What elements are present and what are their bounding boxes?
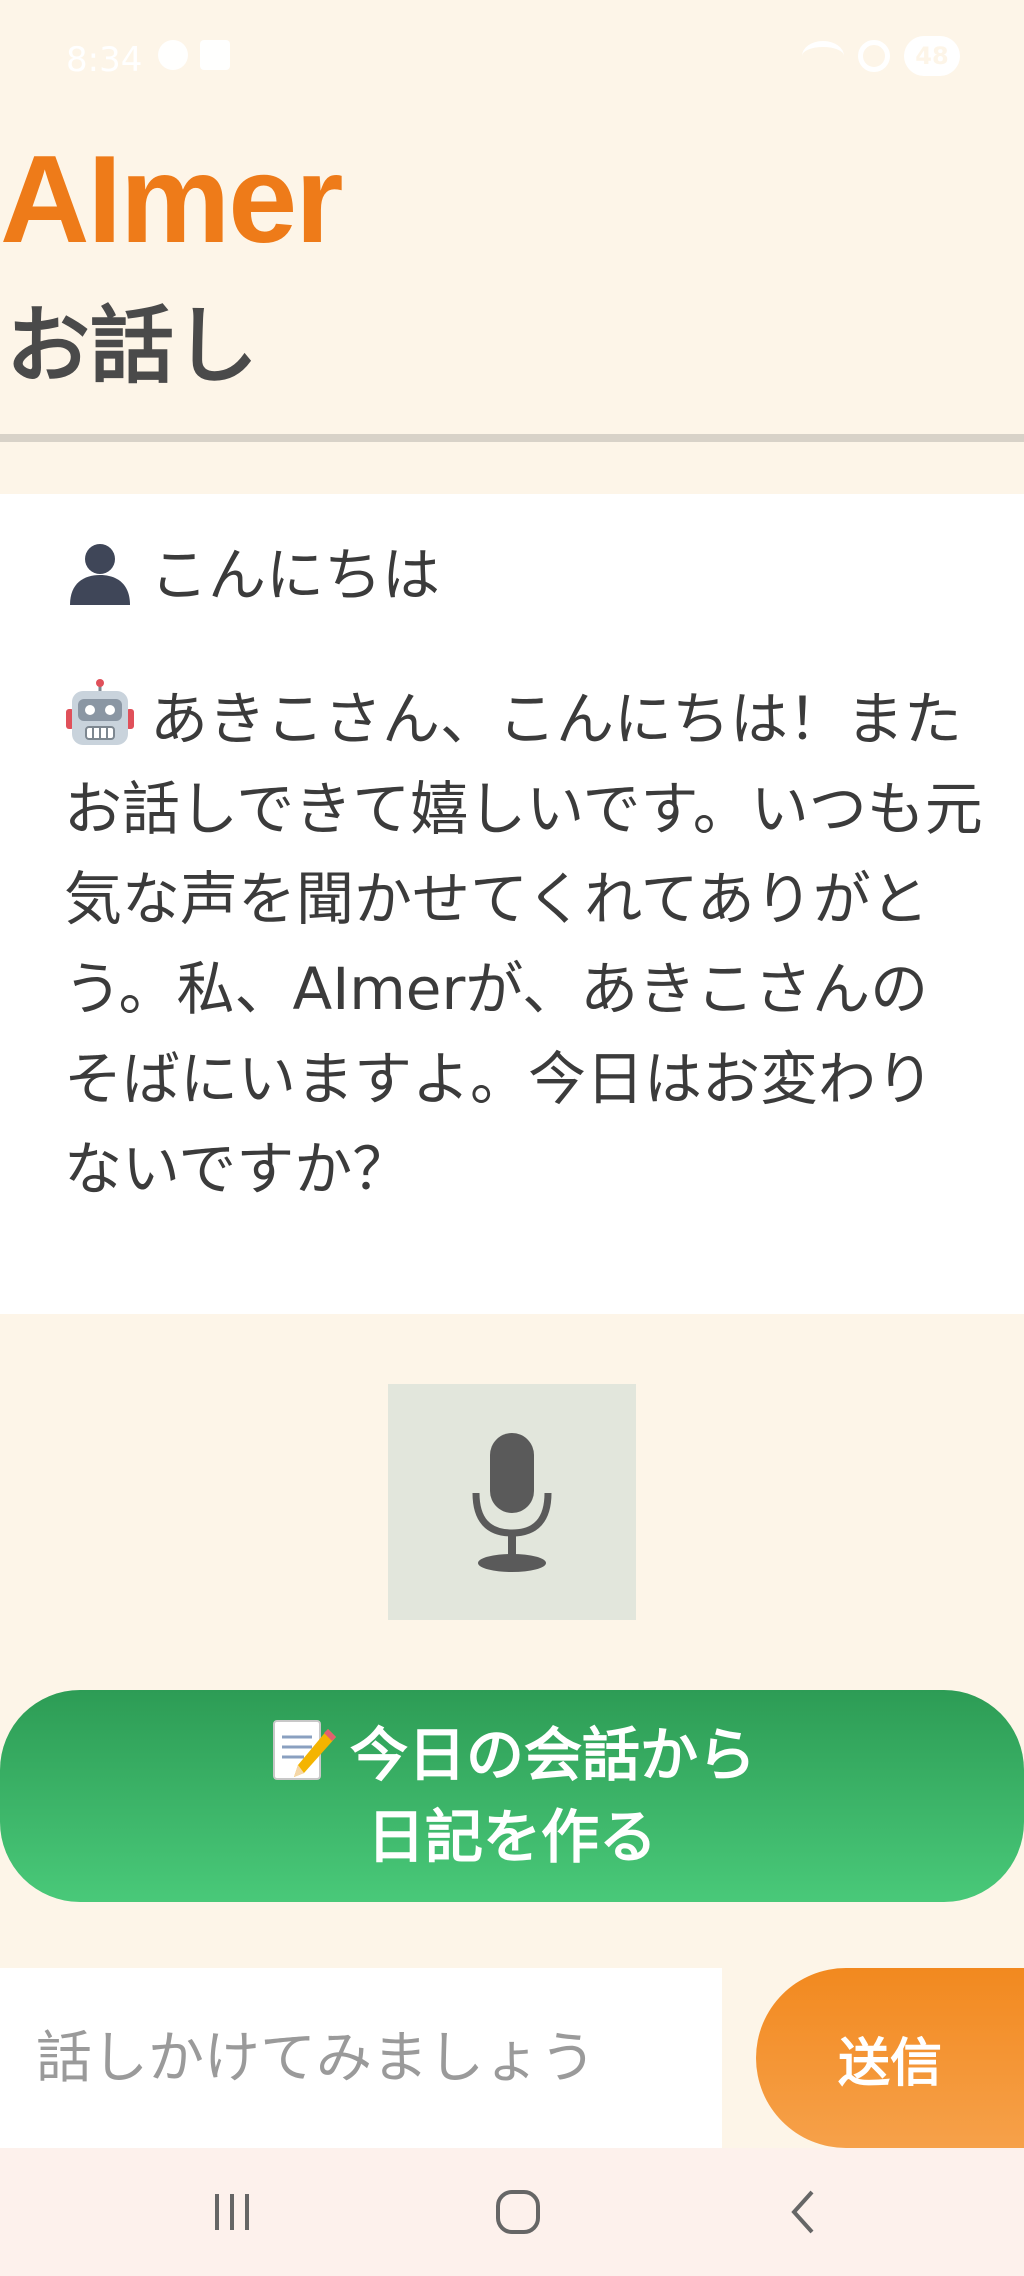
bot-message-text: あきこさん、こんにちは！またお話しできて嬉しいです。いつも元気な声を聞かせてくれ… [64,685,983,1203]
status-bar: 8:34 48 [0,0,1024,120]
back-button[interactable] [744,2166,864,2258]
user-silhouette-icon [70,544,130,605]
system-icons: 48 [802,36,960,76]
home-icon [496,2190,540,2234]
app-brand: AImer [0,131,343,269]
header-divider [0,434,1024,442]
message-input[interactable] [0,1968,722,2148]
battery-icon: 48 [904,36,960,76]
alarm-icon [858,40,890,72]
user-message-text: こんにちは [150,541,441,609]
bot-message: あきこさん、こんにちは！またお話しできて嬉しいです。いつも元気な声を聞かせてくれ… [64,674,984,1214]
notification-icons [158,40,230,70]
create-diary-button[interactable]: 今日の会話から 日記を作る [0,1690,1024,1902]
home-button[interactable] [458,2166,578,2258]
chat-history: こんにちは あきこさん、こんにちは！またお話しできて嬉しいです。いつも元気な声を… [0,494,1024,1314]
diary-button-label-2: 日記を作る [366,1803,657,1871]
user-message: こんにちは [64,530,984,620]
message-composer: 送信 [0,1968,1024,2148]
battery-level: 48 [915,42,949,70]
back-icon [791,2190,814,2234]
wifi-icon [802,41,844,71]
status-time: 8:34 [66,40,143,80]
recent-apps-icon [215,2194,249,2230]
microphone-button[interactable] [388,1384,636,1620]
recent-apps-button[interactable] [172,2166,292,2258]
notification-icon [158,40,188,70]
send-button[interactable]: 送信 [756,1968,1024,2148]
page-title: お話し [6,297,259,395]
navigation-bar [0,2148,1024,2276]
app-notification-icon [200,40,230,70]
robot-icon [66,679,134,745]
memo-icon [272,1720,336,1780]
microphone-icon [472,1433,552,1572]
diary-button-label-1: 今日の会話から [349,1721,756,1789]
diary-button-line1: 今日の会話から [0,1714,1024,1796]
